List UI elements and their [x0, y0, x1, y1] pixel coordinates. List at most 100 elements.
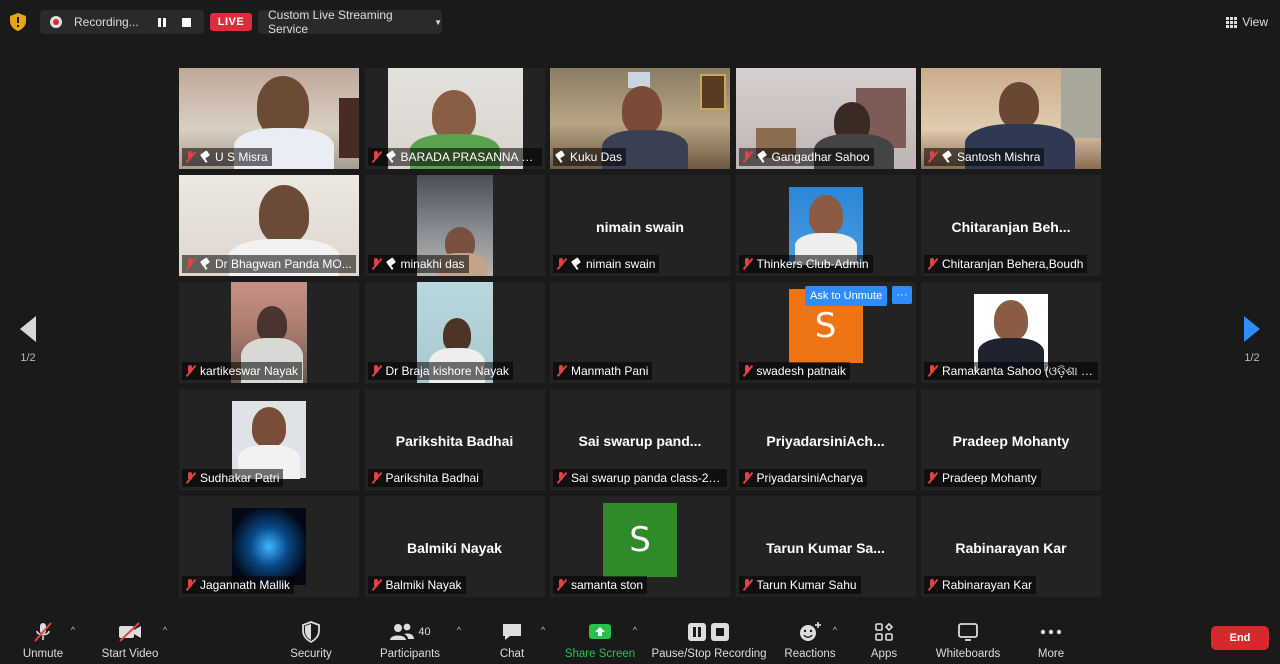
- participant-name: Santosh Mishra: [957, 150, 1041, 164]
- participant-tile[interactable]: U S Misra: [179, 68, 359, 169]
- next-page-button[interactable]: 1/2: [1232, 316, 1272, 364]
- participant-display-name: Tarun Kumar Sa...: [766, 540, 885, 556]
- participant-label: Parikshita Badhai: [367, 469, 483, 487]
- participant-name: Gangadhar Sahoo: [771, 150, 870, 164]
- participant-name: Sai swarup panda class-2 r...: [571, 471, 723, 485]
- stream-service-dropdown[interactable]: Custom Live Streaming Service ▼: [258, 8, 442, 36]
- pin-icon: [942, 151, 952, 163]
- shield-icon[interactable]: [10, 13, 26, 31]
- participant-tile[interactable]: Sudhakar Patri: [179, 389, 359, 490]
- participant-tile[interactable]: Santosh Mishra: [921, 68, 1101, 169]
- share-screen-label: Share Screen: [564, 648, 636, 660]
- participant-tile[interactable]: PriyadarsiniAch... PriyadarsiniAcharya: [735, 389, 916, 490]
- participant-label: Ramakanta Sahoo (ଓଡ଼ିଶା ଲ...: [924, 362, 1098, 380]
- share-options-caret-icon[interactable]: ^: [630, 625, 640, 635]
- participant-tile[interactable]: minakhi das: [364, 175, 545, 276]
- reactions-options-caret-icon[interactable]: ^: [830, 625, 840, 635]
- participant-tile[interactable]: Sai swarup pand... Sai swarup panda clas…: [550, 389, 730, 490]
- participants-button[interactable]: 40 Participants: [378, 605, 442, 664]
- participant-gallery: U S Misra BARADA PRASANNA DAS Kuku Das G…: [179, 68, 1102, 597]
- security-button[interactable]: Security: [286, 605, 336, 664]
- page-indicator-left: 1/2: [20, 352, 36, 364]
- arrow-right-icon: [1244, 316, 1260, 342]
- participant-display-name: Sai swarup pand...: [578, 433, 702, 449]
- participant-tile[interactable]: Parikshita Badhai Parikshita Badhai: [364, 389, 545, 490]
- participant-display-name: Parikshita Badhai: [395, 433, 514, 449]
- stop-recording-icon[interactable]: [182, 17, 191, 27]
- participant-name: Chitaranjan Behera,Boudh: [942, 257, 1084, 271]
- mic-off-icon: [184, 472, 196, 484]
- participant-name: Balmiki Nayak: [385, 578, 462, 592]
- mic-off-icon: [370, 151, 382, 163]
- video-options-caret-icon[interactable]: ^: [160, 625, 170, 635]
- participant-tile[interactable]: Thinkers Club-Admin: [735, 175, 916, 276]
- participant-tile[interactable]: nimain swain nimain swain: [550, 175, 730, 276]
- participant-name: Manmath Pani: [571, 364, 649, 378]
- participant-more-button[interactable]: ···: [892, 286, 912, 304]
- chat-button[interactable]: Chat: [494, 605, 530, 664]
- participant-tile[interactable]: Pradeep Mohanty Pradeep Mohanty: [921, 389, 1101, 490]
- participant-label: Dr Braja kishore Nayak: [367, 362, 513, 380]
- pin-icon: [386, 151, 396, 163]
- pause-recording-icon[interactable]: [158, 17, 166, 27]
- profile-photo: [232, 508, 306, 585]
- apps-button[interactable]: Apps: [866, 605, 902, 664]
- live-badge[interactable]: LIVE: [210, 13, 252, 31]
- participant-tile[interactable]: Rabinarayan Kar Rabinarayan Kar: [921, 496, 1101, 597]
- start-video-button[interactable]: Start Video: [98, 605, 162, 664]
- participant-label: Kuku Das: [553, 148, 627, 166]
- participant-tile[interactable]: S samanta ston: [550, 496, 730, 597]
- avatar: S: [603, 503, 677, 577]
- unmute-label: Unmute: [22, 648, 64, 660]
- participant-tile[interactable]: Chitaranjan Beh... Chitaranjan Behera,Bo…: [921, 175, 1101, 276]
- participant-tile[interactable]: Manmath Pani: [550, 282, 730, 383]
- pause-stop-recording-button[interactable]: Pause/Stop Recording: [651, 605, 767, 664]
- participant-tile[interactable]: Tarun Kumar Sa... Tarun Kumar Sahu: [735, 496, 916, 597]
- pin-icon: [555, 151, 565, 163]
- mic-off-icon: [184, 151, 196, 163]
- participant-tile[interactable]: Gangadhar Sahoo: [735, 68, 916, 169]
- profile-photo: [232, 401, 306, 479]
- participant-tile[interactable]: Ramakanta Sahoo (ଓଡ଼ିଶା ଲ...: [921, 282, 1101, 383]
- reactions-label: Reactions: [784, 648, 836, 660]
- pause-stop-icon: [687, 619, 731, 645]
- participant-label: minakhi das: [367, 255, 469, 273]
- participant-tile[interactable]: kartikeswar Nayak: [179, 282, 359, 383]
- participant-name: Dr Bhagwan Panda MO...: [215, 257, 352, 271]
- share-screen-button[interactable]: Share Screen: [564, 605, 636, 664]
- participant-tile[interactable]: Dr Bhagwan Panda MO...: [179, 175, 359, 276]
- participant-tile-active-speaker[interactable]: Kuku Das: [550, 68, 730, 169]
- mic-off-icon: [555, 579, 567, 591]
- participant-label: U S Misra: [182, 148, 272, 166]
- participant-label: Chitaranjan Behera,Boudh: [924, 255, 1088, 273]
- view-button[interactable]: View: [1226, 12, 1268, 32]
- apps-label: Apps: [870, 648, 898, 660]
- previous-page-button[interactable]: 1/2: [8, 316, 48, 364]
- chat-options-caret-icon[interactable]: ^: [538, 625, 548, 635]
- security-label: Security: [290, 648, 332, 660]
- participant-tile[interactable]: Dr Braja kishore Nayak: [364, 282, 545, 383]
- more-button[interactable]: More: [1032, 605, 1070, 664]
- chat-icon: [501, 619, 523, 645]
- mic-off-icon: [555, 472, 567, 484]
- participant-label: kartikeswar Nayak: [182, 362, 303, 380]
- stream-service-label: Custom Live Streaming Service: [268, 8, 393, 36]
- mic-off-icon: [184, 365, 196, 377]
- pause-stop-recording-label: Pause/Stop Recording: [651, 648, 767, 660]
- whiteboards-button[interactable]: Whiteboards: [932, 605, 1004, 664]
- participants-label: Participants: [379, 648, 441, 660]
- ask-to-unmute-button[interactable]: Ask to Unmute: [805, 286, 888, 306]
- mic-off-icon: [741, 151, 753, 163]
- participant-tile[interactable]: Jagannath Mallik: [179, 496, 359, 597]
- mic-off-icon: [370, 579, 382, 591]
- participant-name: kartikeswar Nayak: [200, 364, 299, 378]
- mic-off-icon: [184, 258, 196, 270]
- more-dots-icon: [1040, 619, 1062, 645]
- audio-options-caret-icon[interactable]: ^: [68, 625, 78, 635]
- participant-tile[interactable]: Balmiki Nayak Balmiki Nayak: [364, 496, 545, 597]
- participant-tile[interactable]: BARADA PRASANNA DAS: [364, 68, 545, 169]
- end-meeting-button[interactable]: End: [1211, 626, 1269, 650]
- unmute-button[interactable]: Unmute: [16, 605, 70, 664]
- profile-photo: [788, 187, 863, 265]
- participants-options-caret-icon[interactable]: ^: [454, 625, 464, 635]
